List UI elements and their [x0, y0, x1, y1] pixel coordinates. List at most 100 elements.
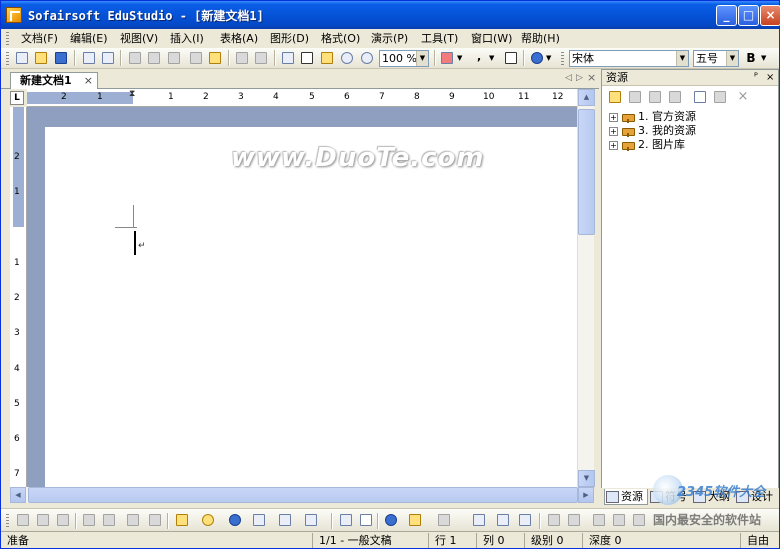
menu-help[interactable]: 帮助(H) — [521, 31, 560, 46]
document-page[interactable]: ↵ — [45, 127, 577, 487]
delete-icon[interactable] — [188, 50, 204, 66]
expand-icon[interactable]: + — [609, 127, 618, 136]
menu-tools[interactable]: 工具(T) — [421, 31, 458, 46]
minimize-button[interactable]: _ — [716, 5, 737, 26]
close-icon[interactable]: × — [84, 73, 93, 88]
font-size-select[interactable]: 五号 ▼ — [693, 50, 739, 67]
line-style-icon[interactable] — [471, 512, 487, 528]
zoom-in-icon[interactable] — [339, 50, 355, 66]
chevron-down-icon[interactable]: ▼ — [676, 51, 688, 66]
scroll-thumb[interactable] — [578, 109, 595, 235]
resource-signpost-icon[interactable] — [607, 89, 623, 105]
rotate-icon[interactable] — [611, 512, 627, 528]
toolbar-grip[interactable] — [6, 52, 9, 65]
tab-resources[interactable]: 资源 — [604, 489, 648, 505]
open-folder-icon[interactable] — [33, 50, 49, 66]
menu-grip[interactable] — [6, 32, 9, 45]
menu-edit[interactable]: 编辑(E) — [70, 31, 108, 46]
resource-copy-icon[interactable] — [692, 89, 708, 105]
vertical-ruler[interactable]: 2 1 1 2 3 4 5 6 7 — [10, 107, 27, 487]
font-family-select[interactable]: 宋体 ▼ — [569, 50, 689, 67]
print-icon[interactable] — [81, 50, 97, 66]
toolbar-grip[interactable] — [561, 52, 564, 65]
line-color-icon[interactable] — [407, 512, 423, 528]
shadow-icon[interactable] — [546, 512, 562, 528]
arrow-style-icon[interactable] — [517, 512, 533, 528]
text-tool-icon[interactable] — [251, 512, 267, 528]
select-icon[interactable] — [280, 50, 296, 66]
dash-style-icon[interactable] — [495, 512, 511, 528]
menu-graphics[interactable]: 图形(D) — [270, 31, 309, 46]
new-document-icon[interactable] — [14, 50, 30, 66]
horizontal-scrollbar[interactable]: ◀ ▶ — [10, 487, 594, 503]
align-icon[interactable] — [125, 512, 141, 528]
pointer-icon[interactable] — [303, 512, 319, 528]
resource-delete-icon[interactable]: × — [735, 89, 751, 105]
menu-present[interactable]: 演示(P) — [371, 31, 408, 46]
flip-icon[interactable] — [631, 512, 647, 528]
hand-icon[interactable] — [319, 50, 335, 66]
bold-button[interactable]: B — [743, 50, 759, 66]
scroll-right-button[interactable]: ▶ — [578, 487, 594, 503]
scroll-thumb[interactable] — [28, 487, 578, 503]
tab-stop-selector[interactable]: L — [10, 91, 24, 105]
chevron-down-icon[interactable]: ▼ — [416, 51, 428, 66]
comma-icon[interactable]: , — [473, 50, 489, 66]
help-icon[interactable] — [529, 50, 545, 66]
chevron-down-icon[interactable]: ▼ — [546, 50, 554, 66]
copy-icon[interactable] — [146, 50, 162, 66]
format-painter-icon[interactable] — [207, 50, 223, 66]
save-icon[interactable] — [53, 50, 69, 66]
ungroup-icon[interactable] — [101, 512, 117, 528]
tab-document[interactable]: 新建文档1 × — [10, 72, 98, 89]
menu-table[interactable]: 表格(A) — [220, 31, 258, 46]
tree-item-mine[interactable]: + 3. 我的资源 — [608, 124, 696, 138]
close-icon[interactable]: × — [587, 71, 596, 84]
zoom-out-icon[interactable] — [359, 50, 375, 66]
menu-insert[interactable]: 插入(I) — [170, 31, 204, 46]
distribute-icon[interactable] — [147, 512, 163, 528]
grid-icon[interactable] — [299, 50, 315, 66]
tree-item-gallery[interactable]: + 2. 图片库 — [608, 138, 696, 152]
expand-icon[interactable]: + — [609, 113, 618, 122]
resource-paste-icon[interactable] — [712, 89, 728, 105]
3d-icon[interactable] — [566, 512, 582, 528]
resource-folder-icon[interactable] — [647, 89, 663, 105]
menu-format[interactable]: 格式(O) — [321, 31, 360, 46]
presentation-icon[interactable] — [383, 512, 399, 528]
magnifier-icon[interactable] — [200, 512, 216, 528]
maximize-button[interactable]: □ — [738, 5, 759, 26]
fill-color-icon[interactable] — [436, 512, 452, 528]
frame-icon[interactable] — [591, 512, 607, 528]
close-icon[interactable]: × — [766, 70, 774, 86]
print-preview-icon[interactable] — [100, 50, 116, 66]
tree-item-official[interactable]: + 1. 官方资源 — [608, 110, 696, 124]
crosshair-icon[interactable] — [338, 512, 354, 528]
draw-tool-icon[interactable] — [35, 512, 51, 528]
show-marks-icon[interactable] — [503, 50, 519, 66]
pen-icon[interactable] — [174, 512, 190, 528]
tab-next-icon[interactable]: ▷ — [576, 73, 583, 83]
scroll-up-button[interactable]: ▲ — [578, 89, 595, 106]
text-box-icon[interactable] — [358, 512, 374, 528]
chevron-down-icon[interactable]: ▼ — [761, 50, 773, 66]
indent-marker-icon[interactable]: ⧗ — [129, 89, 135, 99]
undo-icon[interactable] — [234, 50, 250, 66]
menu-file[interactable]: 文档(F) — [21, 31, 58, 46]
app-icon[interactable] — [6, 7, 22, 23]
group-icon[interactable] — [81, 512, 97, 528]
scroll-down-button[interactable]: ▼ — [578, 470, 595, 487]
chevron-down-icon[interactable]: ▼ — [726, 51, 738, 66]
redo-icon[interactable] — [253, 50, 269, 66]
horizontal-ruler[interactable]: 2 1 1 2 3 4 5 6 7 8 9 10 11 12 ⧗ — [27, 89, 577, 107]
zoom-select[interactable]: 100 % ▼ — [379, 50, 429, 67]
menu-window[interactable]: 窗口(W) — [471, 31, 512, 46]
resource-save-icon[interactable] — [667, 89, 683, 105]
connector-icon[interactable] — [277, 512, 293, 528]
pin-icon[interactable]: ᴾ — [754, 70, 758, 86]
close-button[interactable]: × — [760, 5, 780, 26]
expand-icon[interactable]: + — [609, 141, 618, 150]
vertical-scrollbar[interactable]: ▲ ▼ — [577, 89, 595, 487]
title-bar[interactable]: Sofairsoft EduStudio - [新建文档1] _ □ × — [1, 1, 780, 29]
lock-icon[interactable] — [55, 512, 71, 528]
